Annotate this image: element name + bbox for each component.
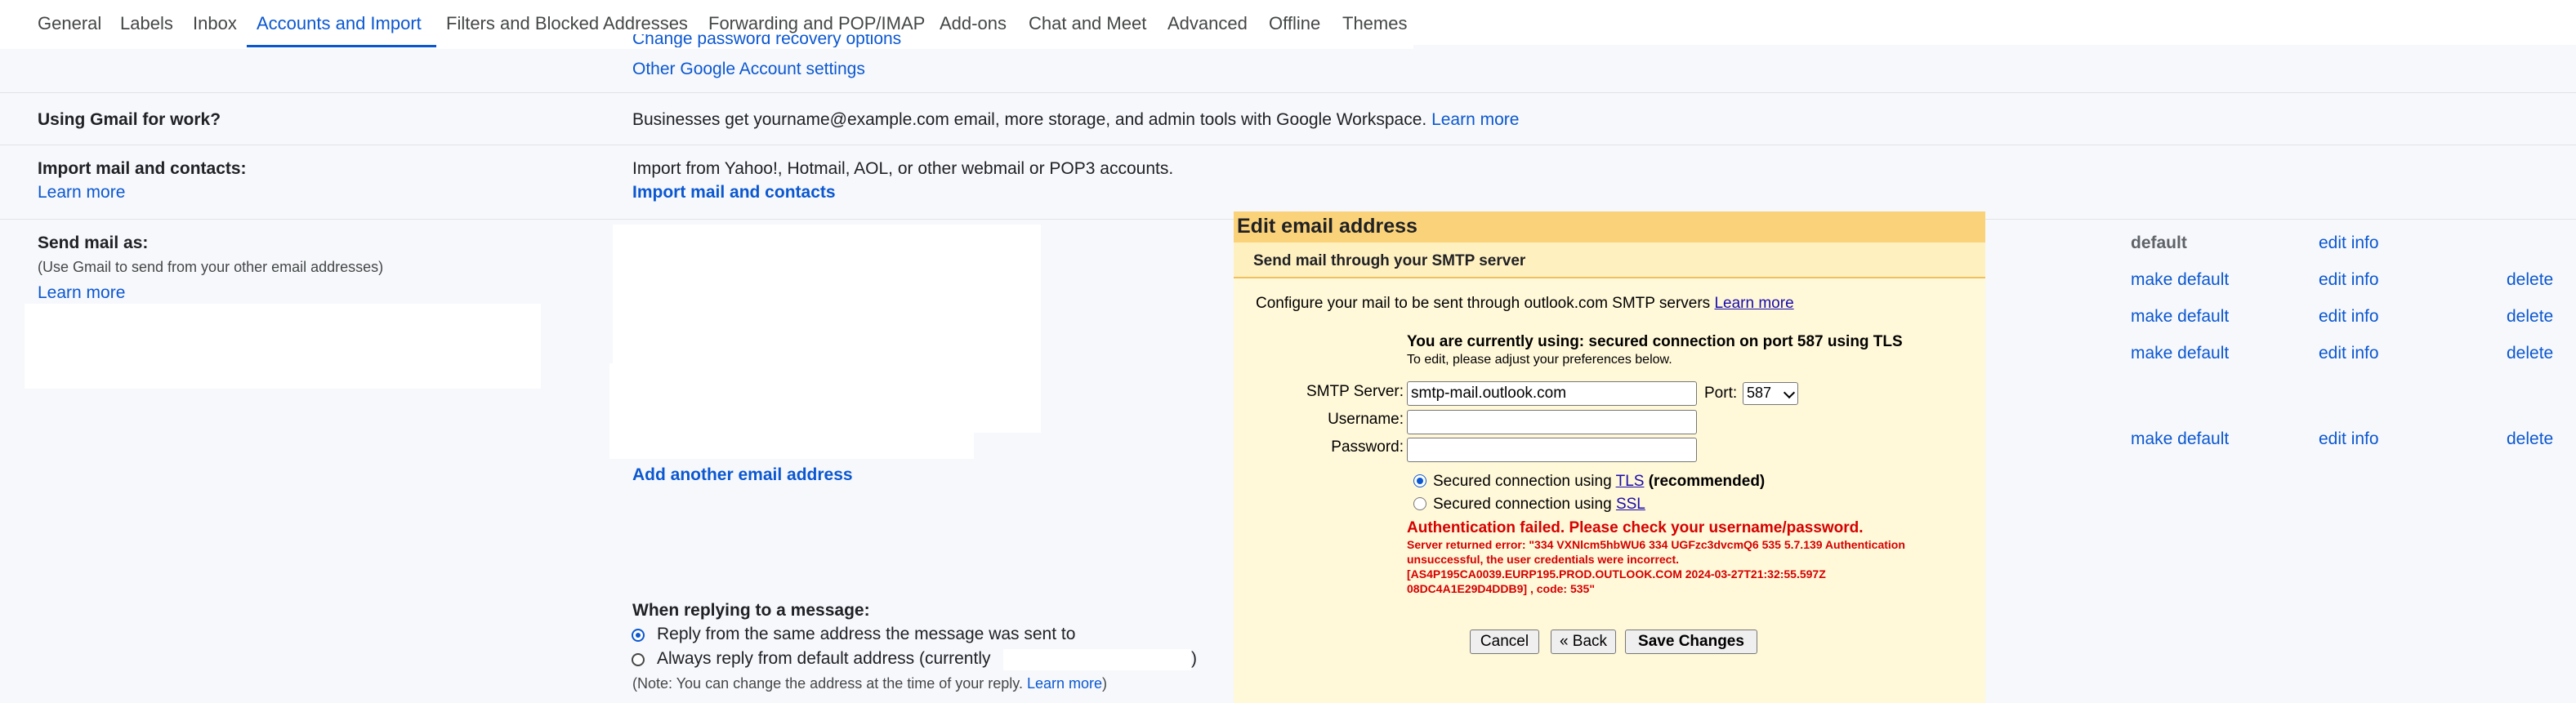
port-value: 587: [1747, 385, 1772, 401]
tls-prefix: Secured connection using: [1433, 473, 1612, 490]
redacted-block: [25, 304, 541, 389]
tls-radio[interactable]: [1413, 474, 1426, 487]
delete-link[interactable]: delete: [2507, 344, 2553, 363]
ssl-prefix: Secured connection using: [1433, 496, 1612, 513]
change-recovery-options-link[interactable]: Change password recovery options: [632, 34, 901, 47]
tab-forwarding-pop-imap[interactable]: Forwarding and POP/IMAP: [708, 13, 925, 34]
redacted-block: [609, 425, 974, 459]
make-default-link[interactable]: make default: [2131, 429, 2229, 449]
ssl-option: Secured connection using SSL: [1433, 496, 1645, 514]
tab-labels[interactable]: Labels: [120, 13, 173, 34]
password-label: Password:: [1331, 438, 1404, 456]
auth-error-title: Authentication failed. Please check your…: [1407, 519, 1864, 536]
edit-info-link[interactable]: edit info: [2319, 234, 2379, 253]
auth-error-line: unsuccessful, the user credentials were …: [1407, 553, 1680, 566]
reply-note-suffix: ): [1102, 675, 1108, 692]
import-mail-and-contacts-link[interactable]: Import mail and contacts: [632, 183, 836, 202]
work-label: Using Gmail for work?: [38, 110, 221, 129]
work-learn-more-link[interactable]: Learn more: [1431, 110, 1519, 129]
smtp-server-label: SMTP Server:: [1306, 383, 1404, 400]
import-label: Import mail and contacts:: [38, 159, 247, 178]
tab-chat-and-meet[interactable]: Chat and Meet: [1029, 13, 1146, 34]
reply-same-address-radio[interactable]: [632, 629, 645, 642]
dialog-title: Edit email address: [1237, 215, 1417, 238]
add-another-email-link[interactable]: Add another email address: [632, 465, 853, 485]
auth-error-line: Server returned error: "334 VXNlcm5hbWU6…: [1407, 538, 1905, 551]
configure-description: Configure your mail to be sent through o…: [1256, 295, 1711, 312]
import-description: Import from Yahoo!, Hotmail, AOL, or oth…: [632, 159, 1174, 178]
import-learn-more-link[interactable]: Learn more: [38, 183, 125, 202]
port-label: Port:: [1704, 385, 1738, 402]
tab-general[interactable]: General: [38, 13, 101, 34]
tab-add-ons[interactable]: Add-ons: [940, 13, 1007, 34]
tab-filters-and-blocked[interactable]: Filters and Blocked Addresses: [446, 13, 688, 34]
auth-error-line: [AS4P195CA0039.EURP195.PROD.OUTLOOK.COM …: [1407, 567, 1826, 581]
send-as-learn-more-link[interactable]: Learn more: [38, 283, 125, 303]
tab-advanced[interactable]: Advanced: [1167, 13, 1248, 34]
ssl-radio[interactable]: [1413, 497, 1426, 510]
save-changes-button[interactable]: Save Changes: [1625, 630, 1757, 654]
delete-link[interactable]: delete: [2507, 429, 2553, 449]
tab-accounts-and-import[interactable]: Accounts and Import: [257, 13, 422, 34]
reply-note-learn-more-link[interactable]: Learn more: [1027, 675, 1102, 692]
redacted-block: [613, 225, 1041, 384]
edit-email-dialog: Edit email address Send mail through you…: [1234, 211, 1985, 703]
redacted-block: [609, 363, 1041, 433]
username-label: Username:: [1328, 411, 1404, 428]
redacted-block: [1003, 649, 1191, 670]
dialog-subtitle: Send mail through your SMTP server: [1253, 252, 1526, 269]
ssl-link[interactable]: SSL: [1616, 496, 1645, 513]
adjust-hint: To edit, please adjust your preferences …: [1407, 353, 1672, 367]
send-as-label: Send mail as:: [38, 234, 149, 252]
reply-note: (Note: You can change the address at the…: [632, 675, 1107, 692]
tls-link[interactable]: TLS: [1616, 473, 1645, 490]
tab-themes[interactable]: Themes: [1342, 13, 1407, 34]
auth-error-line: 08DC4A1E29D4DDB9] , code: 535": [1407, 582, 1595, 595]
other-google-account-settings-link[interactable]: Other Google Account settings: [632, 60, 865, 79]
port-select[interactable]: 587: [1743, 382, 1798, 405]
reply-note-text: (Note: You can change the address at the…: [632, 675, 1023, 692]
reply-default-address-label: Always reply from default address (curre…: [657, 649, 991, 668]
smtp-server-input[interactable]: [1407, 381, 1697, 406]
configure-text: Configure your mail to be sent through o…: [1256, 295, 1794, 313]
configure-learn-more-link[interactable]: Learn more: [1714, 295, 1793, 312]
make-default-link[interactable]: make default: [2131, 307, 2229, 327]
edit-info-link[interactable]: edit info: [2319, 307, 2379, 327]
current-status: You are currently using: secured connect…: [1407, 333, 1903, 350]
active-tab-indicator: [247, 45, 436, 47]
tls-recommended: (recommended): [1648, 473, 1766, 490]
section-divider: [0, 92, 2576, 93]
cancel-button[interactable]: Cancel: [1470, 630, 1539, 654]
default-account-label: default: [2131, 234, 2187, 252]
edit-info-link[interactable]: edit info: [2319, 429, 2379, 449]
edit-info-link[interactable]: edit info: [2319, 270, 2379, 290]
make-default-link[interactable]: make default: [2131, 270, 2229, 290]
delete-link[interactable]: delete: [2507, 307, 2553, 327]
work-description: Businesses get yourname@example.com emai…: [632, 110, 1519, 130]
send-as-note: (Use Gmail to send from your other email…: [38, 259, 384, 275]
make-default-link[interactable]: make default: [2131, 344, 2229, 363]
tab-inbox[interactable]: Inbox: [193, 13, 237, 34]
tabs-bar-extension: [1413, 0, 2576, 45]
username-input[interactable]: [1407, 410, 1697, 434]
delete-link[interactable]: delete: [2507, 270, 2553, 290]
back-button[interactable]: « Back: [1551, 630, 1616, 654]
password-input[interactable]: [1407, 438, 1697, 462]
edit-info-link[interactable]: edit info: [2319, 344, 2379, 363]
reply-label: When replying to a message:: [632, 601, 870, 620]
reply-default-address-radio[interactable]: [632, 653, 645, 666]
work-text: Businesses get yourname@example.com emai…: [632, 110, 1427, 129]
reply-same-address-label: Reply from the same address the message …: [657, 625, 1076, 643]
tab-offline[interactable]: Offline: [1269, 13, 1320, 34]
tls-option: Secured connection using TLS (recommende…: [1433, 473, 1765, 491]
chevron-down-icon: [1783, 386, 1796, 399]
reply-default-address-close: ): [1191, 649, 1197, 668]
